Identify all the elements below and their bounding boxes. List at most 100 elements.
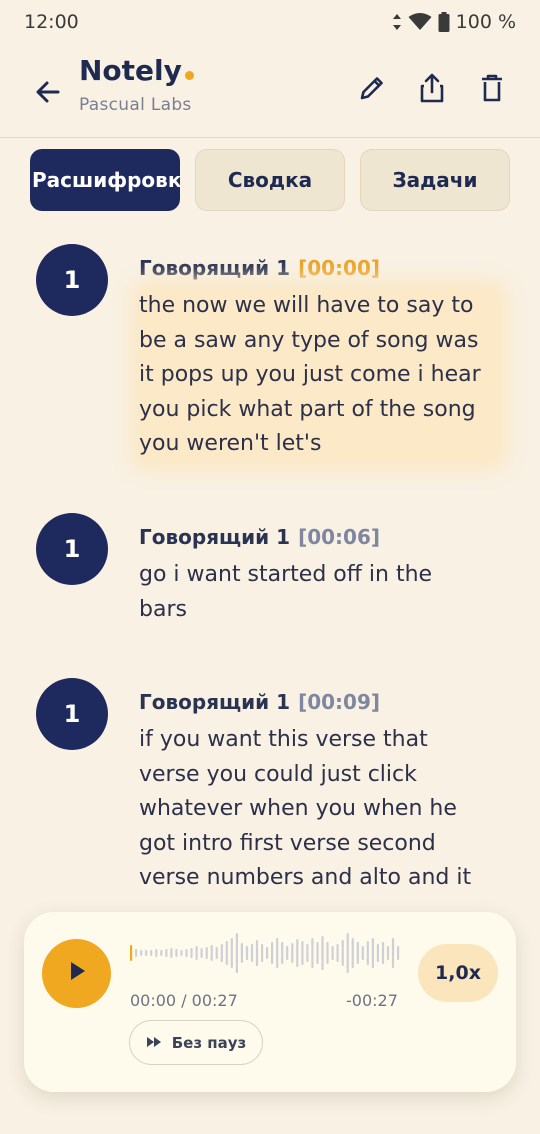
play-icon <box>66 960 88 987</box>
waveform-bar <box>255 940 259 966</box>
waveform-bar <box>230 938 233 968</box>
waveform-bar <box>225 941 228 965</box>
segment-text: go i want started off in the bars <box>139 558 499 627</box>
segment-timestamp[interactable]: [00:00] <box>298 256 380 280</box>
waveform-bar <box>296 939 299 967</box>
waveform-bar <box>311 938 314 968</box>
segment-line: it pops up you just come i hear <box>139 362 481 387</box>
waveform-bar <box>250 944 254 962</box>
audio-player: 00:00 / 00:27 -00:27 1,0x Без пауз <box>24 912 516 1092</box>
arrow-left-icon <box>30 81 66 114</box>
status-bar: 12:00 100 % <box>0 0 540 44</box>
waveform-bar <box>215 947 218 959</box>
transcript-list[interactable]: 1 Говорящий 1 [00:00] the now we will hav… <box>0 232 540 902</box>
waveform-bar <box>286 946 289 960</box>
waveform-bar <box>321 936 324 970</box>
delete-button[interactable] <box>474 72 510 108</box>
tab-summary[interactable]: Сводка <box>195 149 345 211</box>
segment-text: if you want this verse that verse you co… <box>139 723 499 896</box>
status-time: 12:00 <box>24 11 79 33</box>
segment-line: if you want this verse that <box>139 727 428 752</box>
waveform-bar <box>190 948 193 958</box>
waveform-bar <box>200 948 203 958</box>
speaker-avatar: 1 <box>36 678 108 750</box>
waveform-bar <box>145 950 148 956</box>
speaker-name: Говорящий 1 <box>139 256 291 280</box>
waveform-bar <box>261 944 264 962</box>
speaker-avatar: 1 <box>36 244 108 316</box>
brand: Notely Pascual Labs <box>79 54 194 115</box>
waveform-bar <box>240 943 243 963</box>
waveform-seek-bar[interactable] <box>130 932 402 974</box>
waveform-bar <box>205 947 208 959</box>
waveform-bar <box>351 938 354 968</box>
speaker-name: Говорящий 1 <box>139 525 291 549</box>
play-button[interactable] <box>42 939 111 1008</box>
edit-button[interactable] <box>354 72 390 108</box>
tab-bar: Расшифровк Сводка Задачи <box>30 149 510 211</box>
playback-remaining: -00:27 <box>346 991 398 1010</box>
waveform-bar <box>366 941 369 965</box>
segment-line: got intro first verse second <box>139 830 436 856</box>
waveform-bar <box>135 949 138 957</box>
waveform-bar <box>346 933 349 973</box>
app-subtitle: Pascual Labs <box>79 95 192 115</box>
segment-timestamp[interactable]: [00:09] <box>298 690 380 714</box>
waveform-bar <box>276 938 279 968</box>
segment-line: verse you could just click <box>139 761 417 787</box>
tab-tasks[interactable]: Задачи <box>360 149 510 211</box>
waveform-bar <box>356 942 359 964</box>
waveform-bar <box>281 942 284 964</box>
speaker-avatar: 1 <box>36 513 108 585</box>
waveform-bar <box>245 946 249 960</box>
waveform-bar <box>291 943 294 963</box>
waveform-bar <box>316 942 319 964</box>
segment-line: go i want started off in the <box>139 562 433 587</box>
segment-line: be a saw any type of song was <box>139 327 479 353</box>
segment-header: Говорящий 1 [00:06] <box>139 525 380 549</box>
skip-silence-label: Без пауз <box>171 1033 247 1052</box>
tab-transcript[interactable]: Расшифровк <box>30 149 180 211</box>
waveform-bar <box>371 938 374 968</box>
waveform-bar <box>140 950 143 956</box>
segment-timestamp[interactable]: [00:06] <box>298 525 380 549</box>
playback-speed-button[interactable]: 1,0x <box>418 944 498 1002</box>
waveform-bar <box>155 949 158 957</box>
segment-line: bars <box>139 596 187 622</box>
playback-position: 00:00 / 00:27 <box>130 991 238 1010</box>
waveform-bar <box>376 944 379 962</box>
share-icon <box>417 72 447 109</box>
skip-silence-button[interactable]: Без пауз <box>129 1020 263 1065</box>
pencil-icon <box>357 73 387 108</box>
speaker-name: Говорящий 1 <box>139 690 291 714</box>
waveform-bar <box>235 933 238 973</box>
waveform-bar <box>150 950 153 956</box>
back-button[interactable] <box>30 74 66 110</box>
waveform-bar <box>165 949 168 957</box>
waveform-bar <box>381 942 385 964</box>
segment-header: Говорящий 1 [00:00] <box>139 256 380 280</box>
battery-percent: 100 % <box>455 11 516 33</box>
waveform-bar <box>326 942 329 964</box>
waveform-bar <box>160 950 163 956</box>
waveform-bar <box>185 949 188 957</box>
app-bar: Notely Pascual Labs <box>0 44 540 138</box>
data-arrows-icon <box>392 13 402 31</box>
waveform-bar <box>341 940 344 966</box>
app-title: Notely <box>79 54 182 87</box>
segment-text: the now we will have to say to be a saw … <box>139 289 499 462</box>
waveform-bar <box>386 946 390 960</box>
fast-forward-icon <box>146 1034 162 1052</box>
waveform-bar <box>180 950 183 956</box>
battery-icon <box>438 12 450 32</box>
waveform-bar <box>266 947 269 959</box>
waveform-bar <box>361 946 364 960</box>
waveform-bar <box>175 949 178 957</box>
segment-line: the now we will have to say to <box>139 293 474 318</box>
wifi-icon <box>408 13 432 31</box>
waveform-bar <box>306 944 309 962</box>
segment-line: whatever when you when he <box>139 796 457 821</box>
waveform-bar <box>301 941 304 965</box>
segment-line: you weren't let's <box>139 431 322 456</box>
share-button[interactable] <box>414 72 450 108</box>
